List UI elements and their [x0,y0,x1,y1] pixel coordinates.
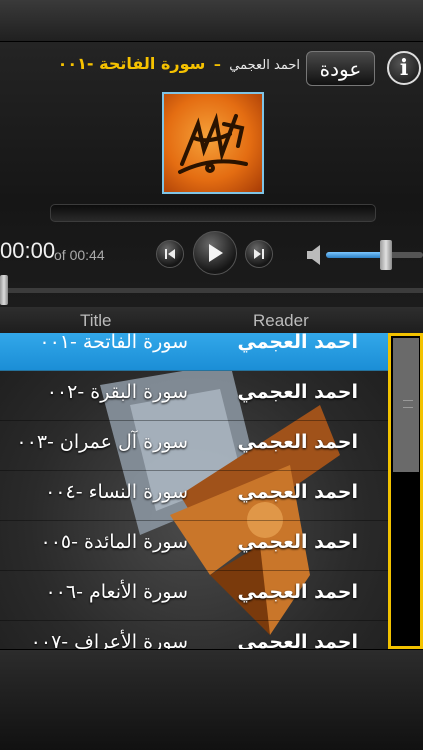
track-title: سورة المائدة -٠٠٥ [40,531,188,553]
column-reader-label: Reader [253,311,309,330]
track-row[interactable]: سورة المائدة -٠٠٥ احمد العجمي [0,521,388,571]
track-row[interactable]: سورة الأعراف -٠٠٧ احمد العجمي [0,621,388,649]
bottom-bar [0,649,423,750]
play-icon[interactable] [193,231,237,275]
grip-icon [403,400,413,408]
now-playing-reader: احمد العجمي [229,58,300,73]
track-reader: احمد العجمي [237,481,358,503]
seek-slider[interactable] [0,288,423,293]
track-title: سورة الفاتحة -٠٠١ [39,333,188,353]
volume-fill [326,252,387,258]
back-button[interactable]: عودة [306,51,375,86]
side-scroll-panel[interactable] [388,333,423,649]
now-playing-title: سورة الفاتحة -٠٠١ [57,54,206,73]
track-title: سورة الأعراف -٠٠٧ [30,631,188,649]
volume-slider[interactable] [326,252,423,258]
track-row[interactable]: سورة الأنعام -٠٠٦ احمد العجمي [0,571,388,621]
info-icon[interactable]: i [387,51,421,85]
track-reader: احمد العجمي [237,581,358,603]
track-progress-bar [50,204,376,222]
track-row[interactable]: سورة آل عمران -٠٠٣ احمد العجمي [0,421,388,471]
track-reader: احمد العجمي [237,381,358,403]
column-header: Title Reader [0,307,423,333]
player-panel: احمد العجمي – سورة الفاتحة -٠٠١ عودة i 0… [0,42,423,307]
track-title: سورة الأنعام -٠٠٦ [45,581,188,603]
track-row[interactable]: سورة البقرة -٠٠٢ احمد العجمي [0,371,388,421]
track-reader: احمد العجمي [237,333,358,353]
track-reader: احمد العجمي [237,531,358,553]
elapsed-time: 00:00 [0,238,56,263]
track-title: سورة البقرة -٠٠٢ [46,381,188,403]
total-time: of 00:44 [54,247,105,263]
skip-previous-icon[interactable] [156,240,184,268]
now-playing-label: احمد العجمي – سورة الفاتحة -٠٠١ [0,54,300,80]
volume-knob[interactable] [380,240,392,270]
top-status-strip [0,0,423,42]
track-title: سورة آل عمران -٠٠٣ [16,431,188,453]
column-title-label: Title [80,311,112,330]
seek-knob[interactable] [0,275,8,305]
track-reader: احمد العجمي [237,631,358,649]
speaker-icon [306,244,324,266]
now-playing-separator: – [213,57,221,73]
track-row[interactable]: سورة النساء -٠٠٤ احمد العجمي [0,471,388,521]
quran-calligraphy-icon [162,92,264,194]
track-row[interactable]: سورة الفاتحة -٠٠١ احمد العجمي [0,333,388,371]
skip-next-icon[interactable] [245,240,273,268]
track-reader: احمد العجمي [237,431,358,453]
track-title: سورة النساء -٠٠٤ [45,481,188,503]
scroll-thumb[interactable] [393,338,419,472]
track-list[interactable]: سورة الفاتحة -٠٠١ احمد العجمي سورة البقرة … [0,333,388,649]
